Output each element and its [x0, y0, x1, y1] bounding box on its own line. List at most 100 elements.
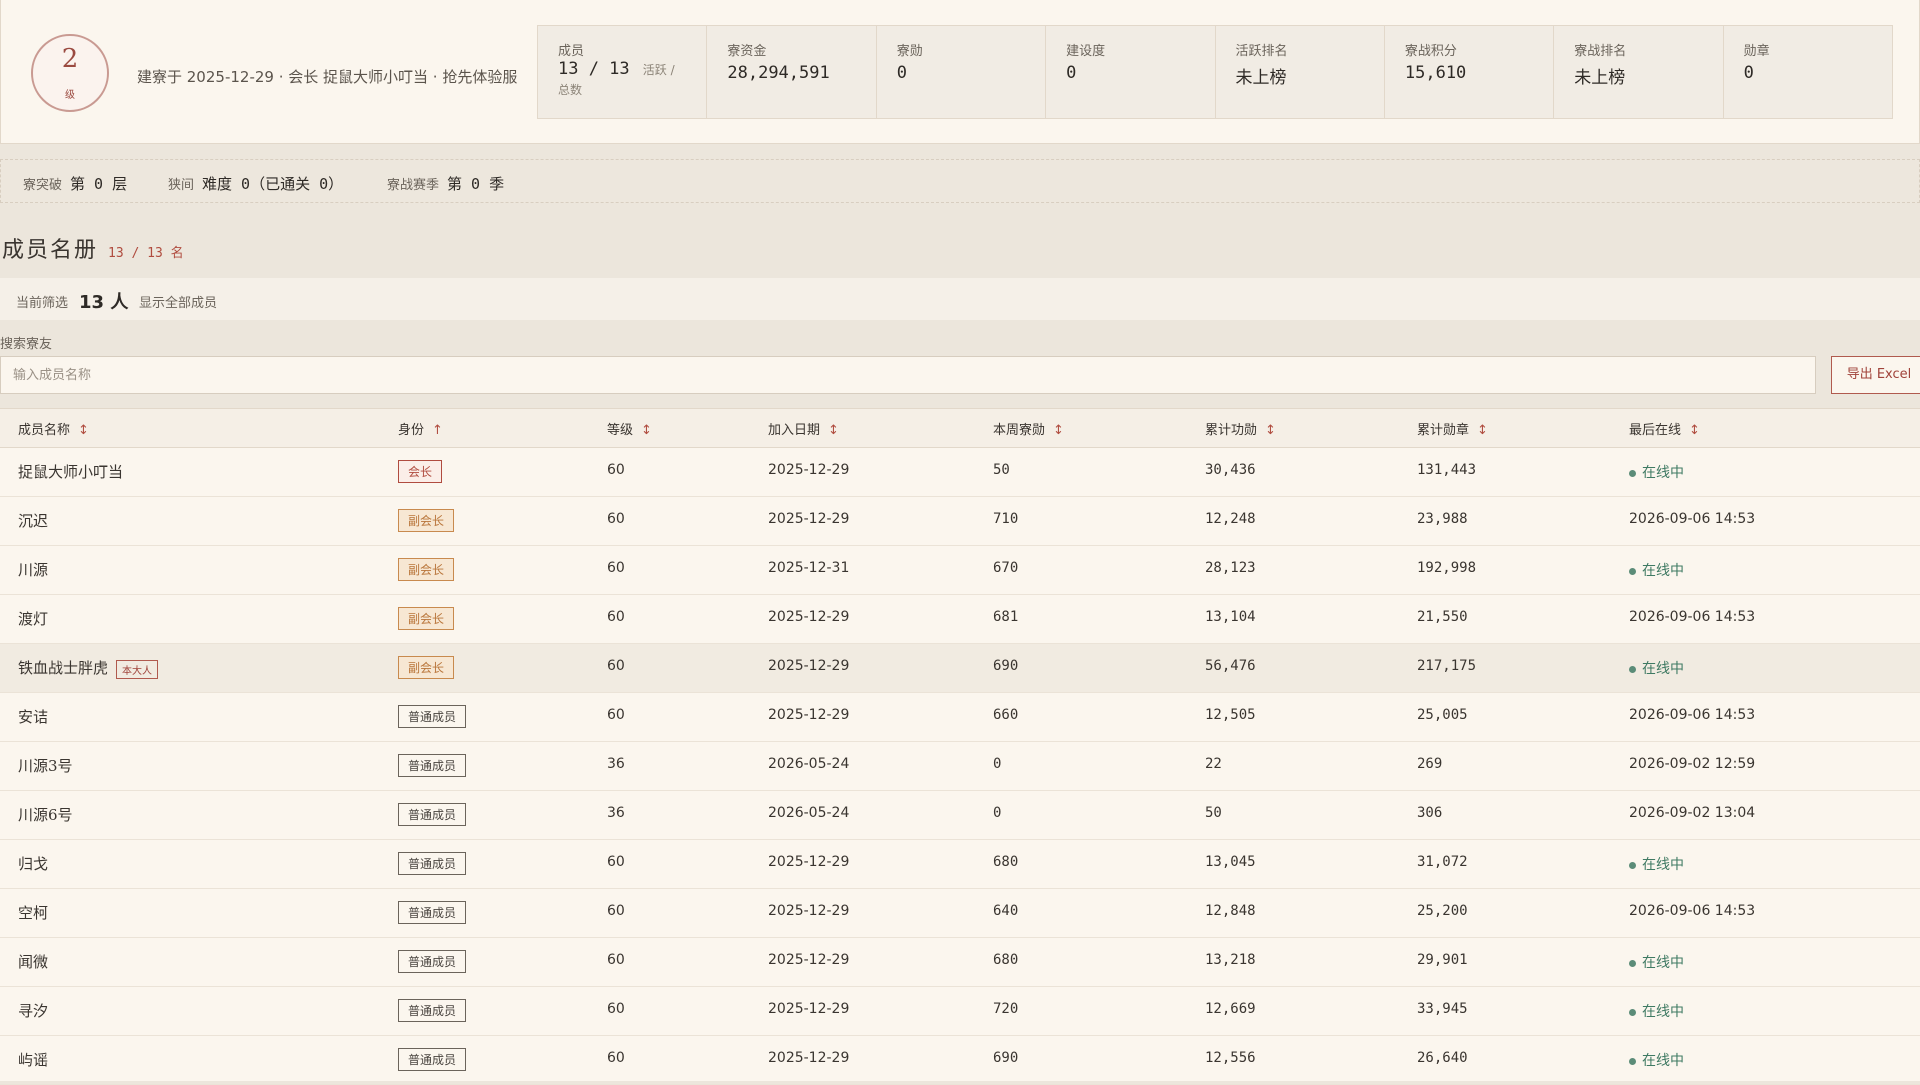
stat-funds: 寮资金 28,294,591: [707, 26, 877, 118]
member-level: 60: [607, 707, 625, 723]
table-row[interactable]: 沉迟 副会长 60 2025-12-29 710 12,248 23,988 2026-09-…: [0, 497, 1920, 546]
guild-level-number: 2: [61, 44, 79, 74]
total-merit: 12,848: [1205, 903, 1256, 919]
header-total-medals[interactable]: 累计勋章 ↕: [1417, 419, 1488, 438]
join-date: 2026-05-24: [768, 756, 850, 772]
weekly-merit: 690: [993, 658, 1019, 674]
table-row[interactable]: 空柯 普通成员 60 2025-12-29 640 12,848 25,200 2026-09…: [0, 889, 1920, 938]
stat-label: 勋章: [1743, 44, 1770, 59]
sort-icon[interactable]: ↕: [828, 423, 839, 438]
last-online: 2026-09-06 14:53: [1629, 903, 1755, 919]
last-online-text: 2026-09-02 13:04: [1629, 805, 1756, 821]
table-row[interactable]: 川源3号 普通成员 36 2026-05-24 0 22 269 2026-09-02 12:…: [0, 742, 1920, 791]
member-name: 渡灯: [18, 608, 48, 629]
total-medals: 21,550: [1417, 609, 1468, 625]
guild-level-unit: 级: [65, 90, 75, 101]
member-name: 安诘: [18, 706, 48, 727]
header-label: 累计勋章: [1417, 423, 1470, 438]
self-tag: 本大人: [116, 659, 159, 679]
total-medals: 23,988: [1417, 511, 1468, 527]
member-name: 寻汐: [18, 1000, 48, 1021]
stat-medals: 勋章 0: [1724, 26, 1892, 118]
sort-icon[interactable]: ↑: [432, 423, 443, 438]
sort-icon[interactable]: ↕: [1689, 423, 1700, 438]
member-name-text: 空柯: [18, 904, 49, 922]
stat-activity-rank: 活跃排名 未上榜: [1216, 26, 1385, 118]
progress-value: 第 0 层: [70, 175, 128, 193]
member-name: 屿谣: [18, 1049, 48, 1070]
weekly-merit: 680: [993, 952, 1019, 968]
total-medals: 25,200: [1417, 903, 1468, 919]
total-merit: 12,248: [1205, 511, 1256, 527]
sort-icon[interactable]: ↕: [1477, 423, 1488, 438]
member-name-text: 沉迟: [18, 512, 49, 530]
weekly-merit: 720: [993, 1001, 1019, 1017]
last-online-text: 在线中: [1642, 661, 1684, 677]
total-medals: 192,998: [1417, 560, 1477, 576]
member-name: 川源: [18, 559, 48, 580]
export-excel-button[interactable]: 导出 Excel: [1831, 356, 1920, 394]
stat-label: 寮资金: [727, 44, 767, 59]
join-date: 2025-12-29: [768, 462, 850, 478]
member-name-text: 寻汐: [18, 1002, 49, 1020]
member-level: 36: [607, 756, 625, 772]
show-all-members-link[interactable]: 显示全部成员: [139, 292, 217, 311]
table-row[interactable]: 闻微 普通成员 60 2025-12-29 680 13,218 29,901 在线中: [0, 938, 1920, 987]
last-online-text: 在线中: [1642, 955, 1684, 971]
stat-label: 寮勋: [896, 44, 923, 59]
progress-label: 狭间: [168, 178, 195, 193]
header-last-online[interactable]: 最后在线 ↕: [1629, 419, 1700, 438]
online-dot-icon: [1629, 567, 1636, 575]
sort-icon[interactable]: ↕: [1265, 423, 1276, 438]
roster-count: 13 / 13 名: [108, 246, 184, 261]
table-row[interactable]: 屿谣 普通成员 60 2025-12-29 690 12,556 26,640 在线中: [0, 1036, 1920, 1085]
weekly-merit: 690: [993, 1050, 1019, 1066]
progress-label: 寮战赛季: [387, 178, 440, 193]
join-date: 2025-12-29: [768, 903, 850, 919]
stat-guild-merit: 寮勋 0: [877, 26, 1047, 118]
table-row[interactable]: 川源 副会长 60 2025-12-31 670 28,123 192,998 在线中: [0, 546, 1920, 595]
table-header: 成员名称 ↕ 身份 ↑ 等级 ↕ 加入日期 ↕ 本周寮勋 ↕ 累计功勋 ↕ 累计勋章 ↕ 最后…: [0, 409, 1920, 448]
total-merit: 12,669: [1205, 1001, 1256, 1017]
table-row[interactable]: 归戈 普通成员 60 2025-12-29 680 13,045 31,072 在线中: [0, 840, 1920, 889]
table-row[interactable]: 安诘 普通成员 60 2025-12-29 660 12,505 25,005 2026-09…: [0, 693, 1920, 742]
header-name[interactable]: 成员名称 ↕: [18, 419, 89, 438]
stat-label: 寮战排名: [1574, 44, 1627, 59]
stat-value: 未上榜: [1574, 68, 1626, 88]
member-name: 归戈: [18, 853, 48, 874]
header-level[interactable]: 等级 ↕: [607, 419, 652, 438]
last-online: 在线中: [1629, 658, 1684, 678]
last-online-text: 在线中: [1642, 1053, 1684, 1069]
last-online: 在线中: [1629, 952, 1684, 972]
role-badge: 普通成员: [398, 754, 467, 777]
guild-progress-bar: 寮突破第 0 层 狭间 难度 0（已通关 0） 寮战赛季第 0 季: [0, 159, 1920, 203]
total-medals: 29,901: [1417, 952, 1468, 968]
stat-war-rank: 寮战排名 未上榜: [1554, 26, 1724, 118]
table-row[interactable]: 渡灯 副会长 60 2025-12-29 681 13,104 21,550 2026-09-…: [0, 595, 1920, 644]
last-online-text: 2026-09-06 14:53: [1629, 903, 1756, 919]
member-name-text: 川源: [18, 561, 49, 579]
sort-icon[interactable]: ↕: [78, 423, 89, 438]
sort-icon[interactable]: ↕: [1053, 423, 1064, 438]
stat-label: 成员: [558, 44, 585, 59]
weekly-merit: 670: [993, 560, 1019, 576]
table-row[interactable]: 铁血战士胖虎 本大人 副会长 60 2025-12-29 690 56,476 217,175…: [0, 644, 1920, 693]
header-join-date[interactable]: 加入日期 ↕: [768, 419, 839, 438]
join-date: 2026-05-24: [768, 805, 850, 821]
header-label: 累计功勋: [1205, 423, 1258, 438]
table-row[interactable]: 寻汐 普通成员 60 2025-12-29 720 12,669 33,945 在线中: [0, 987, 1920, 1036]
search-input[interactable]: [0, 356, 1816, 394]
header-weekly-merit[interactable]: 本周寮勋 ↕: [993, 419, 1064, 438]
last-online: 2026-09-02 13:04: [1629, 805, 1755, 821]
sort-icon[interactable]: ↕: [641, 423, 652, 438]
member-level: 60: [607, 952, 625, 968]
header-role[interactable]: 身份 ↑: [398, 419, 443, 438]
member-name-text: 归戈: [18, 855, 49, 873]
table-row[interactable]: 捉鼠大师小叮当 会长 60 2025-12-29 50 30,436 131,443 在线中: [0, 448, 1920, 497]
last-online: 2026-09-06 14:53: [1629, 707, 1755, 723]
stat-value: 28,294,591: [727, 63, 830, 83]
table-row[interactable]: 川源6号 普通成员 36 2026-05-24 0 50 306 2026-09-02 13:…: [0, 791, 1920, 840]
member-name-text: 安诘: [18, 708, 49, 726]
last-online-text: 在线中: [1642, 857, 1684, 873]
header-total-merit[interactable]: 累计功勋 ↕: [1205, 419, 1276, 438]
